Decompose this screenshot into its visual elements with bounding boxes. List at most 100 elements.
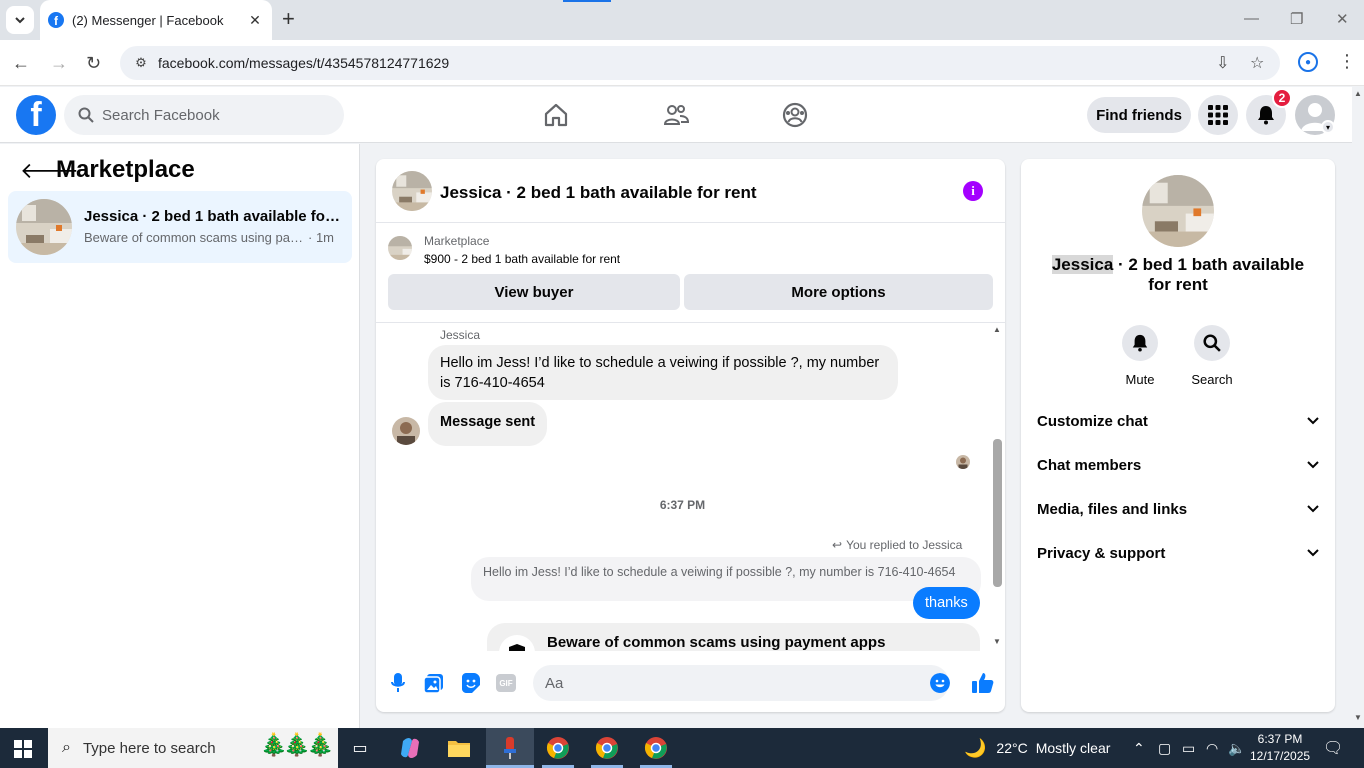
install-app-icon[interactable]: ⇩	[1216, 46, 1229, 80]
page-scroll-down-arrow[interactable]: ▼	[1354, 713, 1362, 722]
restore-icon[interactable]: ❐	[1290, 10, 1303, 28]
message-input-box[interactable]	[533, 665, 950, 701]
photo-icon[interactable]	[422, 671, 446, 695]
weather-text: Mostly clear	[1035, 740, 1111, 756]
incoming-message[interactable]: Hello im Jess! I’d like to schedule a ve…	[428, 345, 898, 400]
close-window-icon[interactable]: ✕	[1336, 10, 1349, 28]
accordion-customize-chat[interactable]: Customize chat	[1037, 411, 1319, 431]
chat-title[interactable]: Jessica · 2 bed 1 bath available for ren…	[440, 183, 757, 203]
meet-now-icon[interactable]: ▢	[1158, 728, 1171, 768]
battery-icon[interactable]: ▭	[1182, 728, 1195, 768]
site-info-icon[interactable]: ⚙	[124, 55, 158, 71]
accordion-label: Media, files and links	[1037, 500, 1188, 518]
info-icon[interactable]: i	[963, 181, 983, 201]
listing-small-thumbnail	[388, 236, 412, 260]
taskbar-clock[interactable]: 6:37 PM 12/17/2025	[1250, 731, 1310, 765]
quoted-message[interactable]: Hello im Jess! I’d like to schedule a ve…	[471, 557, 981, 601]
browser-profile-icon[interactable]: ●	[1298, 52, 1318, 72]
windows-start-icon[interactable]	[14, 740, 32, 758]
view-buyer-button[interactable]: View buyer	[388, 274, 680, 310]
chevron-down-icon	[1307, 417, 1319, 425]
microphone-icon[interactable]	[386, 671, 410, 695]
incoming-message[interactable]: Message sent	[428, 402, 548, 446]
volume-icon[interactable]: 🔈	[1228, 728, 1245, 768]
minimize-icon[interactable]: —	[1244, 10, 1259, 27]
taskbar-search[interactable]: ⌕ Type here to search 🎄🎄🎄	[48, 728, 338, 768]
home-icon[interactable]	[542, 101, 570, 129]
search-icon: ⌕	[62, 739, 71, 756]
bookmark-star-icon[interactable]: ☆	[1250, 46, 1264, 80]
new-tab-button[interactable]: +	[282, 8, 295, 30]
search-action[interactable]: Search	[1184, 325, 1240, 387]
facebook-search[interactable]	[64, 95, 344, 135]
copilot-icon[interactable]	[398, 736, 422, 760]
account-chevron-icon[interactable]: ▾	[1321, 120, 1335, 134]
scroll-down-arrow[interactable]: ▼	[993, 637, 1001, 646]
shield-icon	[499, 635, 535, 651]
chrome-profile-3-icon[interactable]	[644, 736, 668, 760]
scrollbar-thumb[interactable]	[993, 439, 1002, 587]
scam-warning-card[interactable]: Beware of common scams using payment app…	[487, 623, 980, 651]
more-options-button[interactable]: More options	[684, 274, 993, 310]
task-view-icon[interactable]: ▭	[348, 736, 372, 760]
browser-tab-messenger[interactable]: f (2) Messenger | Facebook ✕	[40, 0, 272, 40]
weather-widget[interactable]: 🌙 22°C Mostly clear	[964, 728, 1110, 768]
listing-price-title[interactable]: $900 - 2 bed 1 bath available for rent	[424, 252, 620, 266]
show-hidden-icons-icon[interactable]: ⌃	[1133, 728, 1145, 768]
sidebar-title: Marketplace	[56, 156, 195, 183]
file-explorer-icon[interactable]	[447, 736, 471, 760]
facebook-header: f Find friends 2 ▾	[0, 87, 1352, 143]
search-in-conversation-button[interactable]	[1194, 325, 1230, 361]
chrome-profile-1-icon[interactable]	[546, 736, 570, 760]
reload-button[interactable]: ↻	[86, 53, 101, 73]
chrome-profile-2-icon[interactable]	[595, 736, 619, 760]
mute-action[interactable]: Mute	[1112, 325, 1168, 387]
clock-time: 6:37 PM	[1257, 732, 1303, 746]
pinned-app-icon[interactable]	[498, 736, 522, 760]
conversation-preview-text: Beware of common scams using pay...	[84, 230, 304, 245]
page-scroll-up-arrow[interactable]: ▲	[1354, 89, 1362, 98]
emoji-icon[interactable]	[930, 673, 950, 693]
message-input[interactable]	[545, 674, 915, 692]
chat-panel: Jessica · 2 bed 1 bath available for ren…	[376, 159, 1005, 712]
friends-icon[interactable]	[662, 101, 690, 129]
notification-center-icon[interactable]: 🗨	[1323, 728, 1343, 768]
groups-icon[interactable]	[781, 101, 809, 129]
accordion-privacy-support[interactable]: Privacy & support	[1037, 543, 1319, 563]
tab-search-button[interactable]	[6, 6, 34, 34]
accordion-chat-members[interactable]: Chat members	[1037, 455, 1319, 475]
conversation-name: Jessica · 2 bed 1 bath available for ...	[84, 208, 340, 225]
mute-button[interactable]	[1122, 325, 1158, 361]
message-thread[interactable]: Jessica Hello im Jess! I’d like to sched…	[376, 323, 1005, 651]
gif-icon[interactable]: GIF	[494, 671, 518, 695]
address-bar[interactable]: ⚙ facebook.com/messages/t/43545781247716…	[120, 46, 1280, 80]
find-friends-button[interactable]: Find friends	[1087, 97, 1191, 133]
sticker-icon[interactable]	[458, 671, 482, 695]
like-thumbs-up-icon[interactable]	[971, 671, 995, 695]
menu-button[interactable]	[1198, 95, 1238, 135]
message-timestamp: 6:37 PM	[659, 498, 706, 512]
browser-menu-icon[interactable]: ⋮	[1338, 51, 1356, 72]
info-title-rest: · 2 bed 1 bath available for rent	[1113, 255, 1305, 294]
forward-button[interactable]: →	[50, 53, 68, 73]
accordion-label: Privacy & support	[1037, 544, 1166, 562]
back-button[interactable]: ←	[12, 53, 30, 73]
browser-tab-strip: f (2) Messenger | Facebook ✕ + — ❐ ✕	[0, 0, 1364, 40]
chat-header-thumbnail[interactable]	[392, 171, 432, 211]
marketplace-sidebar: 🡐 Marketplace Jessica · 2 bed 1 bath ava…	[0, 144, 360, 728]
accordion-media-files-links[interactable]: Media, files and links	[1037, 499, 1319, 519]
scroll-up-arrow[interactable]: ▲	[993, 325, 1001, 334]
accordion-label: Chat members	[1037, 456, 1142, 474]
url-text[interactable]: facebook.com/messages/t/4354578124771629	[158, 55, 449, 71]
chat-scrollbar[interactable]: ▲ ▼	[990, 323, 1005, 651]
conversation-item-jessica[interactable]: Jessica · 2 bed 1 bath available for ...…	[8, 191, 352, 263]
facebook-logo-icon[interactable]: f	[16, 95, 56, 135]
weather-moon-icon: 🌙	[964, 737, 987, 758]
wifi-icon[interactable]: ◠	[1206, 728, 1218, 768]
close-tab-icon[interactable]: ✕	[246, 12, 264, 29]
outgoing-message[interactable]: thanks	[913, 587, 980, 619]
facebook-search-input[interactable]	[102, 106, 322, 124]
bell-icon	[1132, 334, 1148, 352]
sender-avatar[interactable]	[392, 417, 420, 445]
accordion-label: Customize chat	[1037, 412, 1148, 430]
